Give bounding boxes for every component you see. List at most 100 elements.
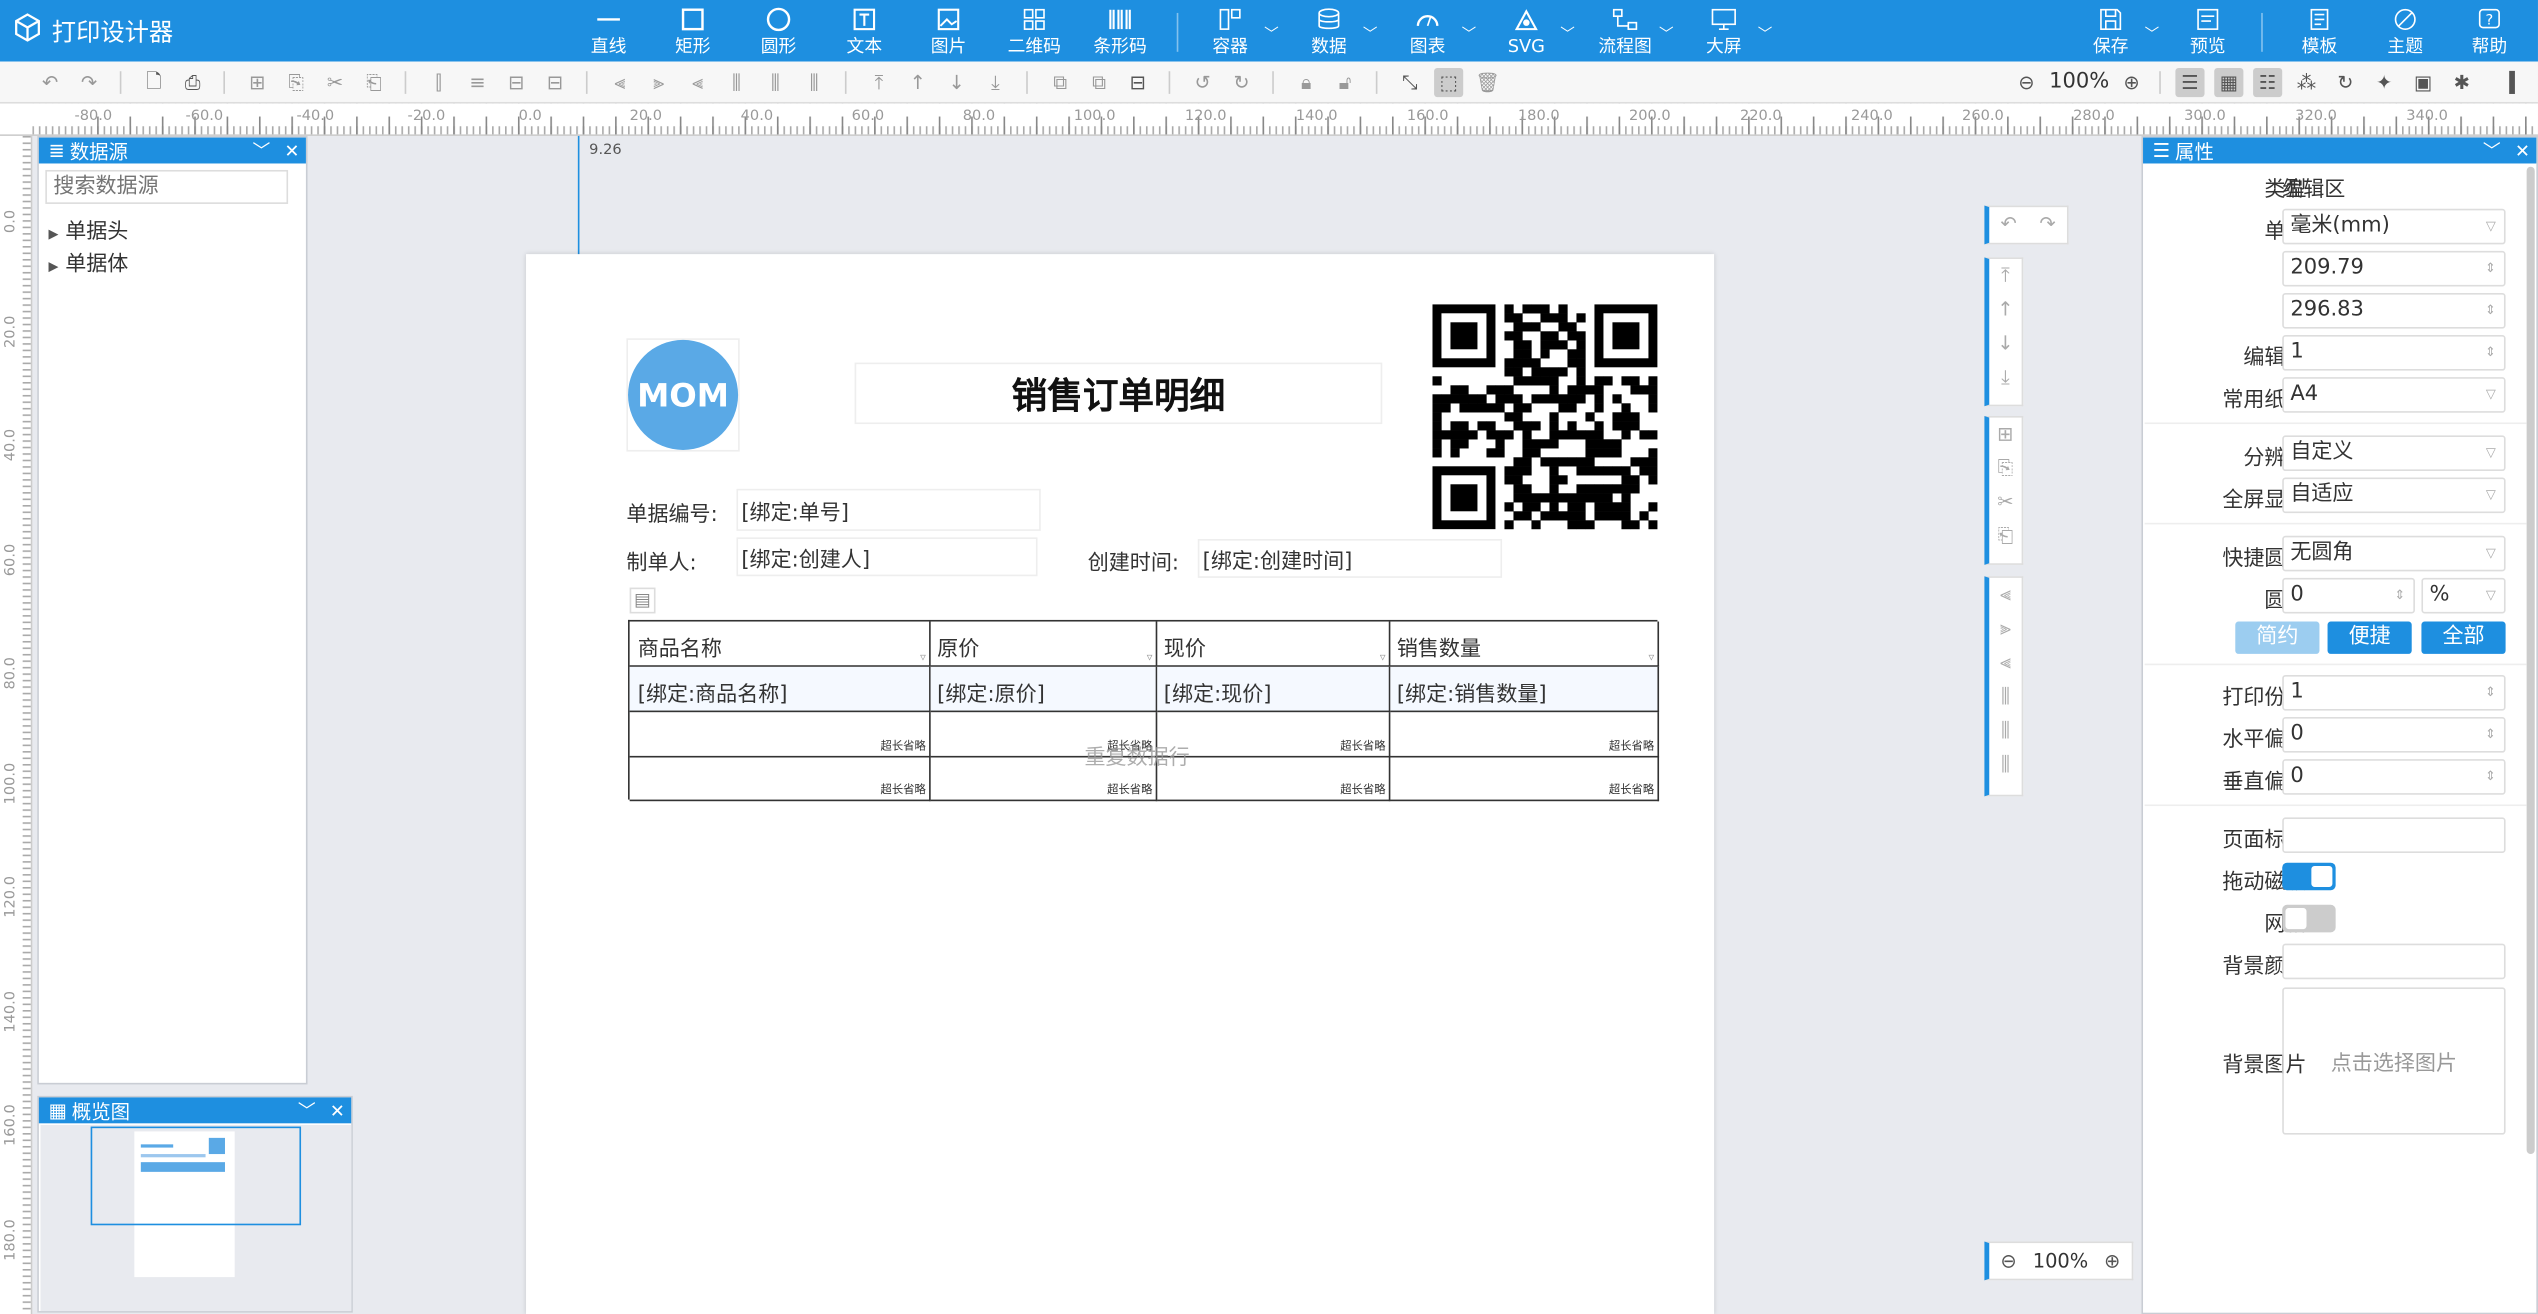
stepper-icon[interactable]: ⇕: [2485, 253, 2496, 285]
viewport-box[interactable]: [90, 1126, 302, 1226]
print-icon[interactable]: ⎙: [178, 68, 207, 97]
list-view-icon[interactable]: ☷: [2253, 67, 2283, 98]
bring-forward-icon[interactable]: ↑: [1989, 293, 2021, 327]
tool-template[interactable]: 模板: [2284, 6, 2355, 58]
table-grip-icon[interactable]: ▤: [629, 587, 656, 614]
paste-icon[interactable]: ⎗: [359, 68, 388, 97]
tool-help[interactable]: ? 帮助: [2454, 6, 2525, 58]
history-icon[interactable]: ↻: [2331, 68, 2360, 97]
distribute-right-icon[interactable]: ⫷: [683, 68, 712, 97]
bug-icon[interactable]: ✱: [2447, 68, 2476, 97]
filter-icon[interactable]: ▿: [1380, 651, 1386, 664]
bring-top-icon[interactable]: ⤒: [1989, 259, 2021, 293]
chevron-down-icon[interactable]: ﹀: [253, 138, 271, 164]
field-value-creator[interactable]: [绑定:创建人]: [736, 537, 1038, 577]
send-bottom-icon[interactable]: ⤓: [981, 68, 1010, 97]
quick-radius-select[interactable]: 无圆角 ▽: [2282, 535, 2506, 572]
close-icon[interactable]: ✕: [2515, 138, 2530, 164]
align-middle-icon[interactable]: ⊟: [502, 68, 531, 97]
mode-all-button[interactable]: 全部: [2421, 621, 2506, 654]
tool-svg[interactable]: SVG ﹀: [1491, 6, 1575, 58]
tool-qrcode[interactable]: 二维码: [999, 6, 1070, 58]
new-page-icon[interactable]: 🗋: [139, 68, 168, 97]
distribute-vcenter-icon[interactable]: ⫼: [761, 68, 790, 97]
mode-convenient-button[interactable]: 便捷: [2327, 621, 2412, 654]
rotate-right-icon[interactable]: ↻: [1227, 68, 1256, 97]
table-cell[interactable]: 超长省略: [1157, 712, 1391, 758]
bring-forward-icon[interactable]: ↑: [903, 68, 932, 97]
tool-chart[interactable]: 图表 ﹀: [1392, 6, 1476, 58]
chevron-down-icon[interactable]: ﹀: [2483, 138, 2501, 164]
table-cell[interactable]: 超长省略: [1390, 712, 1660, 758]
voffset-input[interactable]: 0 ⇕: [2282, 759, 2506, 795]
stepper-icon[interactable]: ⇕: [2485, 719, 2496, 751]
mode-simple-button[interactable]: 简约: [2235, 621, 2320, 654]
align-right-icon[interactable]: ⫷: [1989, 646, 2021, 680]
grid-view-icon[interactable]: ▦: [2214, 67, 2244, 98]
add-page-icon[interactable]: ⊞: [243, 68, 272, 97]
table-cell[interactable]: 超长省略: [629, 712, 931, 758]
align-center-icon[interactable]: ⫸: [1989, 612, 2021, 646]
send-backward-icon[interactable]: ↓: [1989, 327, 2021, 361]
tool-save[interactable]: 保存 ﹀: [2075, 6, 2159, 58]
layers-icon[interactable]: ☰: [2175, 67, 2205, 98]
filter-icon[interactable]: ▿: [920, 651, 926, 664]
distribute-top-icon[interactable]: ⫼: [722, 68, 751, 97]
chip-icon[interactable]: ▣: [2408, 68, 2437, 97]
bring-top-icon[interactable]: ⤒: [864, 68, 893, 97]
align-center-icon[interactable]: ≡: [463, 68, 492, 97]
undo-icon[interactable]: ↶: [36, 68, 65, 97]
tool-rect[interactable]: 矩形: [657, 6, 728, 58]
table-cell[interactable]: [绑定:商品名称]: [629, 666, 931, 713]
stepper-icon[interactable]: ⇕: [2485, 761, 2496, 793]
zoom-out-icon[interactable]: ⊖: [2012, 68, 2041, 97]
logo-box[interactable]: MOM: [626, 338, 740, 452]
align-middle-icon[interactable]: ⫼: [1989, 714, 2021, 748]
table-header[interactable]: 现价 ▿: [1157, 621, 1391, 667]
copies-input[interactable]: 1 ⇕: [2282, 674, 2506, 711]
distribute-left-icon[interactable]: ⫷: [605, 68, 634, 97]
copy-icon[interactable]: ⎘: [1989, 452, 2021, 486]
delete-icon[interactable]: 🗑︎: [1473, 68, 1502, 97]
align-right-icon[interactable]: ⊟: [541, 68, 570, 97]
tool-text[interactable]: 文本: [829, 6, 900, 58]
tool-data[interactable]: 数据 ﹀: [1293, 6, 1377, 58]
table-cell[interactable]: 超长省略: [1390, 757, 1660, 802]
send-backward-icon[interactable]: ↓: [942, 68, 971, 97]
magic-wand-icon[interactable]: ✦: [2370, 68, 2399, 97]
tool-circle[interactable]: 圆形: [743, 6, 814, 58]
stepper-icon[interactable]: ⇕: [2485, 677, 2496, 709]
undo-icon[interactable]: ↶: [1989, 207, 2028, 241]
chevron-down-icon[interactable]: ﹀: [298, 1097, 316, 1123]
add-page-icon[interactable]: ⊞: [1989, 418, 2021, 452]
tool-container[interactable]: 容器 ﹀: [1195, 6, 1279, 58]
close-icon[interactable]: ✕: [285, 138, 300, 164]
send-bottom-icon[interactable]: ⤓: [1989, 361, 2021, 395]
snap-toggle[interactable]: [2282, 862, 2336, 891]
radius-input[interactable]: 0 ⇕: [2282, 577, 2415, 614]
zoom-in-icon[interactable]: ⊕: [2117, 68, 2146, 97]
width-input[interactable]: 209.79 ⇕: [2282, 250, 2506, 287]
paste-icon[interactable]: ⎗: [1989, 520, 2021, 554]
paper-select[interactable]: A4 ▽: [2282, 377, 2506, 413]
stepper-icon[interactable]: ⇕: [2485, 337, 2496, 369]
table-header[interactable]: 商品名称 ▿: [629, 621, 931, 667]
tree-node[interactable]: ▶ 单据体: [49, 246, 129, 277]
select-box-icon[interactable]: ⬚: [1434, 67, 1464, 98]
tool-preview[interactable]: 预览: [2172, 6, 2243, 58]
table-header[interactable]: 原价 ▿: [930, 621, 1158, 667]
table-cell[interactable]: [绑定:现价]: [1157, 666, 1391, 713]
unit-select[interactable]: 毫米(mm) ▽: [2282, 208, 2506, 245]
document-title[interactable]: 销售订单明细: [854, 362, 1383, 425]
distribute-bottom-icon[interactable]: ⫼: [800, 68, 829, 97]
radius-unit-select[interactable]: % ▽: [2421, 577, 2506, 614]
qrcode-image[interactable]: [1432, 304, 1658, 530]
table-cell[interactable]: [绑定:原价]: [930, 666, 1158, 713]
cut-icon[interactable]: ✂: [320, 68, 349, 97]
tool-theme[interactable]: 主题: [2370, 6, 2441, 58]
nodes-icon[interactable]: ⁂: [2292, 68, 2321, 97]
redo-icon[interactable]: ↷: [2028, 207, 2067, 241]
redo-icon[interactable]: ↷: [74, 68, 103, 97]
bgimage-picker[interactable]: 点击选择图片: [2282, 987, 2506, 1135]
resize-icon[interactable]: ⤡: [1395, 68, 1424, 97]
